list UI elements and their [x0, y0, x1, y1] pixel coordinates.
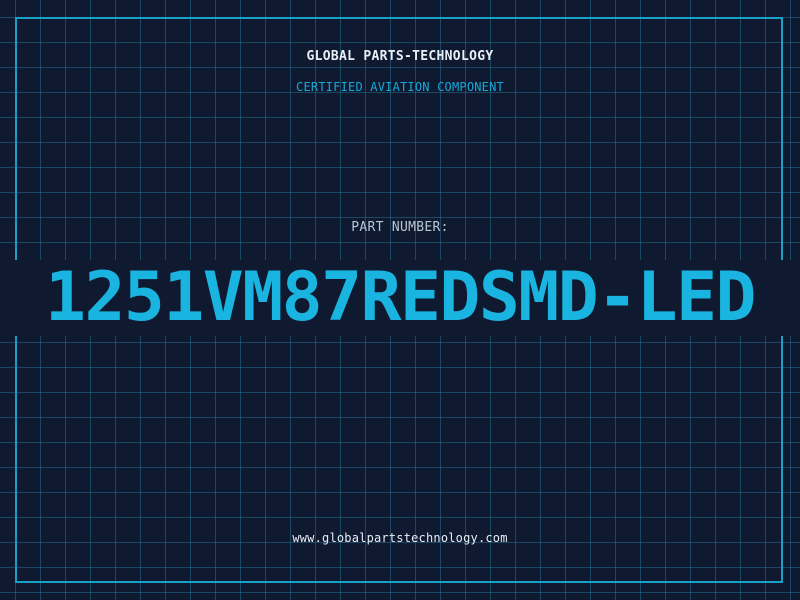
company-name: GLOBAL PARTS-TECHNOLOGY [306, 49, 494, 64]
part-number-value: 1251VM87REDSMD-LED [45, 260, 756, 336]
part-number-label: PART NUMBER: [351, 220, 449, 235]
website-url: www.globalpartstechnology.com [292, 531, 508, 545]
label-card: GLOBAL PARTS-TECHNOLOGY CERTIFIED AVIATI… [0, 0, 800, 600]
certification-tagline: CERTIFIED AVIATION COMPONENT [296, 80, 504, 94]
